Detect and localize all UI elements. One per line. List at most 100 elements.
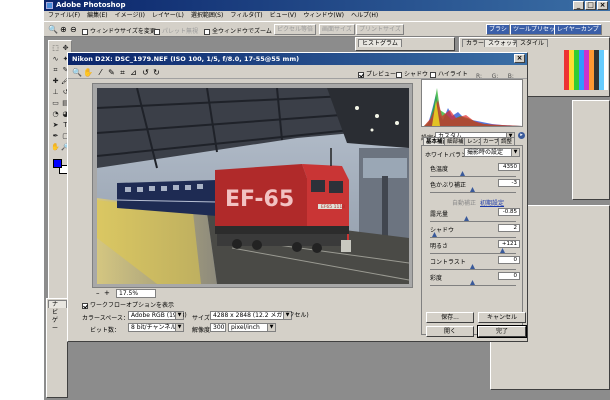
eraser-tool-icon[interactable]: ▭ xyxy=(51,99,60,108)
dialog-title-bar: Nikon D2X: DSC_1979.NEF (ISO 100, 1/5, f… xyxy=(68,53,527,65)
panel-tab-layer-comps[interactable]: レイヤーカンプ xyxy=(554,24,602,35)
resolution-unit-select[interactable]: pixel/inch ▼ xyxy=(228,323,276,332)
zoom-in-icon[interactable]: ⊕ xyxy=(60,25,67,34)
adjustment-panel: R: G: B: 設定： カスタム▼ ▸ 基本補正 細部補正 レンズ カーブ 調… xyxy=(421,73,525,339)
crop-icon[interactable]: ⌗ xyxy=(118,68,127,77)
hand-icon[interactable]: ✋ xyxy=(83,68,93,77)
contrast-field[interactable]: 0 xyxy=(498,256,520,264)
settings-menu-icon[interactable]: ▸ xyxy=(518,132,525,139)
tint-slider-thumb[interactable] xyxy=(470,187,475,192)
temperature-field[interactable]: 4350 xyxy=(498,163,520,171)
tab-calibrate[interactable]: 調整 xyxy=(498,137,516,145)
menu-layer[interactable]: レイヤー(L) xyxy=(152,11,184,21)
shadows-adjust-label: シャドウ xyxy=(430,227,455,234)
actual-pixels-button[interactable]: ピクセル等倍 xyxy=(274,24,317,35)
resolution-value: 300 xyxy=(213,324,225,331)
saturation-slider[interactable] xyxy=(430,280,516,286)
print-size-button[interactable]: プリントサイズ xyxy=(356,24,404,35)
menu-edit[interactable]: 編集(E) xyxy=(87,11,107,21)
depth-value: 8 bit/チャンネル xyxy=(131,324,177,331)
zoom-level-select[interactable]: 17.5% xyxy=(116,289,156,298)
saturation-slider-thumb[interactable] xyxy=(470,280,475,285)
contrast-label: コントラスト xyxy=(430,259,466,266)
save-button[interactable]: 保存... xyxy=(426,312,474,323)
rotate-right-icon[interactable]: ↻ xyxy=(152,68,161,77)
auto-link[interactable]: 自動補正 xyxy=(452,198,476,207)
path-select-icon[interactable]: ➤ xyxy=(51,121,60,130)
styles-tab[interactable]: スタイル xyxy=(516,39,549,47)
temperature-slider[interactable] xyxy=(430,171,516,177)
rotate-left-icon[interactable]: ↺ xyxy=(141,68,150,77)
menu-image[interactable]: イメージ(I) xyxy=(115,11,145,21)
menu-window[interactable]: ウィンドウ(W) xyxy=(303,11,344,21)
blur-tool-icon[interactable]: ◔ xyxy=(51,110,60,119)
menu-view[interactable]: ビュー(V) xyxy=(270,11,297,21)
done-button[interactable]: 完了 xyxy=(477,325,527,338)
pen-tool-icon[interactable]: ✒ xyxy=(51,132,60,141)
depth-select[interactable]: 8 bit/チャンネル ▼ xyxy=(128,323,184,332)
swatch-grid[interactable] xyxy=(564,50,608,90)
exposure-slider[interactable] xyxy=(430,216,516,222)
colorspace-select[interactable]: Adobe RGB (1998) ▼ xyxy=(128,311,187,320)
zoom-tool-icon[interactable]: 🔍 xyxy=(48,25,58,34)
tint-field[interactable]: -3 xyxy=(498,179,520,187)
saturation-field[interactable]: 0 xyxy=(498,272,520,280)
resolution-input[interactable]: 300 xyxy=(210,323,226,332)
brightness-field[interactable]: +121 xyxy=(498,240,520,248)
menu-filter[interactable]: フィルタ(T) xyxy=(230,11,262,21)
highlights-clip-checkbox[interactable]: ハイライト xyxy=(430,69,468,78)
all-windows-checkbox[interactable]: 全ウィンドウでズーム xyxy=(204,26,272,35)
workflow-checkbox[interactable]: ワークフローオプションを表示 xyxy=(82,300,174,309)
default-link[interactable]: 初期設定 xyxy=(480,198,504,207)
menu-select[interactable]: 選択範囲(S) xyxy=(191,11,224,21)
contrast-slider-thumb[interactable] xyxy=(470,264,475,269)
exposure-field[interactable]: -0.85 xyxy=(498,208,520,216)
white-balance-eyedropper-icon[interactable]: ⁄ xyxy=(96,68,105,77)
panel-tab-brushes[interactable]: ブラシ xyxy=(486,24,510,35)
adjustment-tabs-box: 基本補正 細部補正 レンズ カーブ 調整 ホワイトバランス： 撮影時の設定 ▼ 色… xyxy=(421,137,523,335)
brightness-slider[interactable] xyxy=(430,248,516,254)
exposure-slider-thumb[interactable] xyxy=(464,216,469,221)
healing-tool-icon[interactable]: ✚ xyxy=(51,77,60,86)
fit-screen-button[interactable]: 画面サイズ xyxy=(319,24,355,35)
open-button[interactable]: 開く xyxy=(426,326,474,337)
color-sampler-icon[interactable]: ✎ xyxy=(107,68,116,77)
menu-bar: ファイル(F) 編集(E) イメージ(I) レイヤー(L) 選択範囲(S) フィ… xyxy=(44,11,610,21)
brightness-slider-thumb[interactable] xyxy=(500,248,505,253)
menu-file[interactable]: ファイル(F) xyxy=(48,11,80,21)
size-select[interactable]: 4288 x 2848 (12.2 メガピクセル) ▼ xyxy=(210,311,309,320)
close-button[interactable]: × xyxy=(597,1,608,10)
navigator-tab[interactable]: ナビゲー xyxy=(48,300,67,332)
zoom-in-button-icon[interactable]: + xyxy=(104,289,110,297)
shadows-field[interactable]: 2 xyxy=(498,224,520,232)
ignore-palettes-checkbox[interactable]: パレット無視 xyxy=(154,26,198,35)
foreground-color-swatch[interactable] xyxy=(53,159,62,168)
shadows-clip-label: シャドウ xyxy=(404,71,429,78)
brightness-label: 明るさ xyxy=(430,243,449,250)
minimize-button[interactable]: _ xyxy=(573,1,584,10)
crop-tool-icon[interactable]: ⌗ xyxy=(51,66,60,75)
contrast-slider[interactable] xyxy=(430,264,516,270)
histogram-tab[interactable]: ヒストグラム xyxy=(358,39,402,47)
maximize-button[interactable]: □ xyxy=(585,1,596,10)
preview-checkbox[interactable]: プレビュー xyxy=(358,69,396,78)
white-balance-select[interactable]: 撮影時の設定 ▼ xyxy=(464,148,520,157)
preview-area[interactable]: EF65 1118 EF-65 xyxy=(92,83,413,288)
zoom-out-icon[interactable]: ⊖ xyxy=(70,25,77,34)
shadows-clip-checkbox[interactable]: シャドウ xyxy=(396,69,428,78)
temperature-slider-thumb[interactable] xyxy=(460,171,465,176)
stamp-tool-icon[interactable]: ⊥ xyxy=(51,88,60,97)
tint-slider[interactable] xyxy=(430,187,516,193)
shadows-slider[interactable] xyxy=(430,232,516,238)
highlights-clip-label: ハイライト xyxy=(438,71,468,78)
straighten-icon[interactable]: ⊿ xyxy=(129,68,138,77)
zoom-out-button-icon[interactable]: – xyxy=(96,289,100,297)
dialog-close-button[interactable]: × xyxy=(514,54,525,63)
zoom-icon[interactable]: 🔍 xyxy=(72,68,82,77)
lasso-tool-icon[interactable]: ∿ xyxy=(51,55,60,64)
resize-windows-checkbox[interactable]: ウィンドウサイズを変更 xyxy=(82,26,156,35)
hand-tool-icon[interactable]: ✋ xyxy=(51,143,60,152)
menu-help[interactable]: ヘルプ(H) xyxy=(351,11,378,21)
marquee-tool-icon[interactable]: ⬚ xyxy=(51,44,60,53)
cancel-button[interactable]: キャンセル xyxy=(478,312,526,323)
